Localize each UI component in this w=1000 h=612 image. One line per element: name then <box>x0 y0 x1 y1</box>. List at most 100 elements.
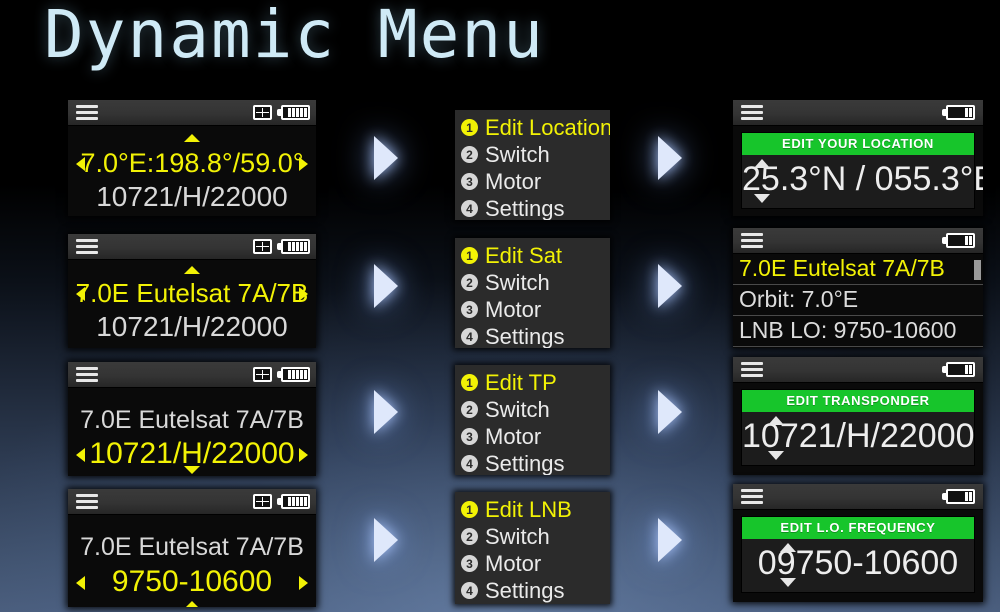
stepper-up-icon[interactable] <box>768 416 784 425</box>
segment-digit-icon <box>253 105 272 120</box>
device-screen-transponder[interactable]: 7.0E Eutelsat 7A/7B 10721/H/22000 <box>68 362 316 476</box>
value-stepper[interactable] <box>754 157 770 210</box>
editor-card[interactable]: EDIT L.O. FREQUENCY 09750-10600 <box>741 516 975 593</box>
menu-item-label: Motor <box>485 296 542 322</box>
menu-item-label: Edit Sat <box>485 242 563 268</box>
battery-full-icon <box>277 239 310 254</box>
secondary-value: 10721/H/22000 <box>96 311 288 342</box>
menu-panel-location[interactable]: 1 Edit Location 2 Switch 3 Motor 4 Setti… <box>455 110 610 220</box>
right-arrow-icon[interactable] <box>299 157 308 171</box>
screen-body: 7.0E Eutelsat 7A/7B 9750-10600 <box>68 515 316 607</box>
value-row-secondary: 10721/H/22000 <box>68 181 316 213</box>
menu-item-edit-tp[interactable]: 1 Edit TP <box>461 369 610 396</box>
value-stepper[interactable] <box>768 414 784 467</box>
device-screen-lnb[interactable]: 7.0E Eutelsat 7A/7B 9750-10600 <box>68 489 316 607</box>
device-screen-satellite[interactable]: 7.0E Eutelsat 7A/7B 10721/H/22000 <box>68 234 316 348</box>
primary-value: 7.0°E:198.8°/59.0° <box>80 148 304 178</box>
menu-icon[interactable] <box>76 239 98 254</box>
list-number-badge: 3 <box>461 301 478 318</box>
list-number-badge: 4 <box>461 582 478 599</box>
menu-item-motor[interactable]: 3 Motor <box>461 168 610 195</box>
menu-icon[interactable] <box>76 494 98 509</box>
list-number-badge: 3 <box>461 428 478 445</box>
editor-card[interactable]: EDIT TRANSPONDER 10721/H/22000 <box>741 389 975 466</box>
menu-item-label: Switch <box>485 269 550 295</box>
left-arrow-icon[interactable] <box>76 157 85 171</box>
editor-value-row[interactable]: 09750-10600 <box>742 539 974 592</box>
menu-icon[interactable] <box>76 105 98 120</box>
page-title: Dynamic Menu <box>44 0 545 73</box>
device-screen-edit-lo-frequency[interactable]: EDIT L.O. FREQUENCY 09750-10600 <box>733 484 983 602</box>
editor-card[interactable]: EDIT YOUR LOCATION 25.3°N / 055.3°E <box>741 132 983 210</box>
stepper-down-icon[interactable] <box>754 194 770 203</box>
menu-panel-sat[interactable]: 1 Edit Sat 2 Switch 3 Motor 4 Settings <box>455 238 610 348</box>
status-bar <box>733 100 983 126</box>
menu-item-edit-sat[interactable]: 1 Edit Sat <box>461 242 610 269</box>
status-bar <box>733 357 983 383</box>
value-row-secondary: 7.0E Eutelsat 7A/7B <box>68 533 316 562</box>
value-row-primary[interactable]: 9750-10600 <box>68 565 316 599</box>
left-arrow-icon[interactable] <box>76 576 85 590</box>
list-item[interactable]: Orbit: 7.0°E <box>733 285 983 316</box>
menu-item-switch[interactable]: 2 Switch <box>461 523 610 550</box>
list-item[interactable]: TP00: 10721/V/27500 <box>733 347 983 348</box>
list-number-badge: 4 <box>461 328 478 345</box>
menu-item-settings[interactable]: 4 Settings <box>461 577 610 604</box>
value-row-primary[interactable]: 7.0°E:198.8°/59.0° <box>68 148 316 179</box>
menu-item-edit-location[interactable]: 1 Edit Location <box>461 114 610 141</box>
menu-item-label: Settings <box>485 323 565 349</box>
device-screen-sat-info[interactable]: 7.0E Eutelsat 7A/7B Orbit: 7.0°E LNB LO:… <box>733 228 983 348</box>
list-item[interactable]: 7.0E Eutelsat 7A/7B <box>733 254 983 285</box>
menu-icon[interactable] <box>741 105 763 120</box>
menu-item-motor[interactable]: 3 Motor <box>461 423 610 450</box>
editor-value-row[interactable]: 10721/H/22000 <box>742 412 975 467</box>
menu-item-switch[interactable]: 2 Switch <box>461 396 610 423</box>
menu-item-motor[interactable]: 3 Motor <box>461 296 610 323</box>
list-number-badge: 4 <box>461 200 478 217</box>
menu-panel-tp[interactable]: 1 Edit TP 2 Switch 3 Motor 4 Settings <box>455 365 610 475</box>
screen-body: 7.0E Eutelsat 7A/7B 10721/H/22000 <box>68 388 316 476</box>
menu-icon[interactable] <box>741 233 763 248</box>
stepper-down-icon[interactable] <box>780 578 796 587</box>
menu-item-motor[interactable]: 3 Motor <box>461 550 610 577</box>
menu-item-settings[interactable]: 4 Settings <box>461 195 610 220</box>
flow-arrow-6 <box>658 390 682 434</box>
menu-item-edit-lnb[interactable]: 1 Edit LNB <box>461 496 610 523</box>
primary-value: 9750-10600 <box>111 565 273 598</box>
menu-item-switch[interactable]: 2 Switch <box>461 269 610 296</box>
menu-item-label: Motor <box>485 168 542 194</box>
flow-arrow-7 <box>374 518 398 562</box>
right-arrow-icon[interactable] <box>299 287 308 301</box>
device-screen-location[interactable]: 7.0°E:198.8°/59.0° 10721/H/22000 <box>68 100 316 216</box>
device-screen-edit-location[interactable]: EDIT YOUR LOCATION 25.3°N / 055.3°E <box>733 100 983 216</box>
value-stepper[interactable] <box>780 541 796 594</box>
right-arrow-icon[interactable] <box>299 448 308 462</box>
segment-digit-icon <box>253 494 272 509</box>
list-item[interactable]: LNB LO: 9750-10600 <box>733 316 983 347</box>
menu-panel-lnb[interactable]: 1 Edit LNB 2 Switch 3 Motor 4 Settings <box>455 492 610 604</box>
right-arrow-icon[interactable] <box>299 576 308 590</box>
menu-item-switch[interactable]: 2 Switch <box>461 141 610 168</box>
value-row-primary[interactable]: 7.0E Eutelsat 7A/7B <box>68 278 316 309</box>
stepper-up-icon[interactable] <box>780 543 796 552</box>
flow-arrow-5 <box>374 390 398 434</box>
list-number-badge: 1 <box>461 247 478 264</box>
stepper-down-icon[interactable] <box>768 451 784 460</box>
status-bar <box>733 228 983 254</box>
list-number-badge: 4 <box>461 455 478 472</box>
menu-icon[interactable] <box>741 362 763 377</box>
left-arrow-icon[interactable] <box>76 448 85 462</box>
menu-icon[interactable] <box>741 489 763 504</box>
device-screen-edit-transponder[interactable]: EDIT TRANSPONDER 10721/H/22000 <box>733 357 983 475</box>
scrollbar-thumb[interactable] <box>974 260 981 280</box>
stepper-up-icon[interactable] <box>754 159 770 168</box>
editor-value-row[interactable]: 25.3°N / 055.3°E <box>742 155 983 210</box>
status-bar <box>68 100 316 126</box>
menu-item-settings[interactable]: 4 Settings <box>461 450 610 475</box>
left-arrow-icon[interactable] <box>76 287 85 301</box>
satellite-info-list[interactable]: 7.0E Eutelsat 7A/7B Orbit: 7.0°E LNB LO:… <box>733 254 983 348</box>
menu-icon[interactable] <box>76 367 98 382</box>
flow-arrow-2 <box>658 136 682 180</box>
screen-body: 7.0E Eutelsat 7A/7B 10721/H/22000 <box>68 260 316 348</box>
menu-item-settings[interactable]: 4 Settings <box>461 323 610 348</box>
